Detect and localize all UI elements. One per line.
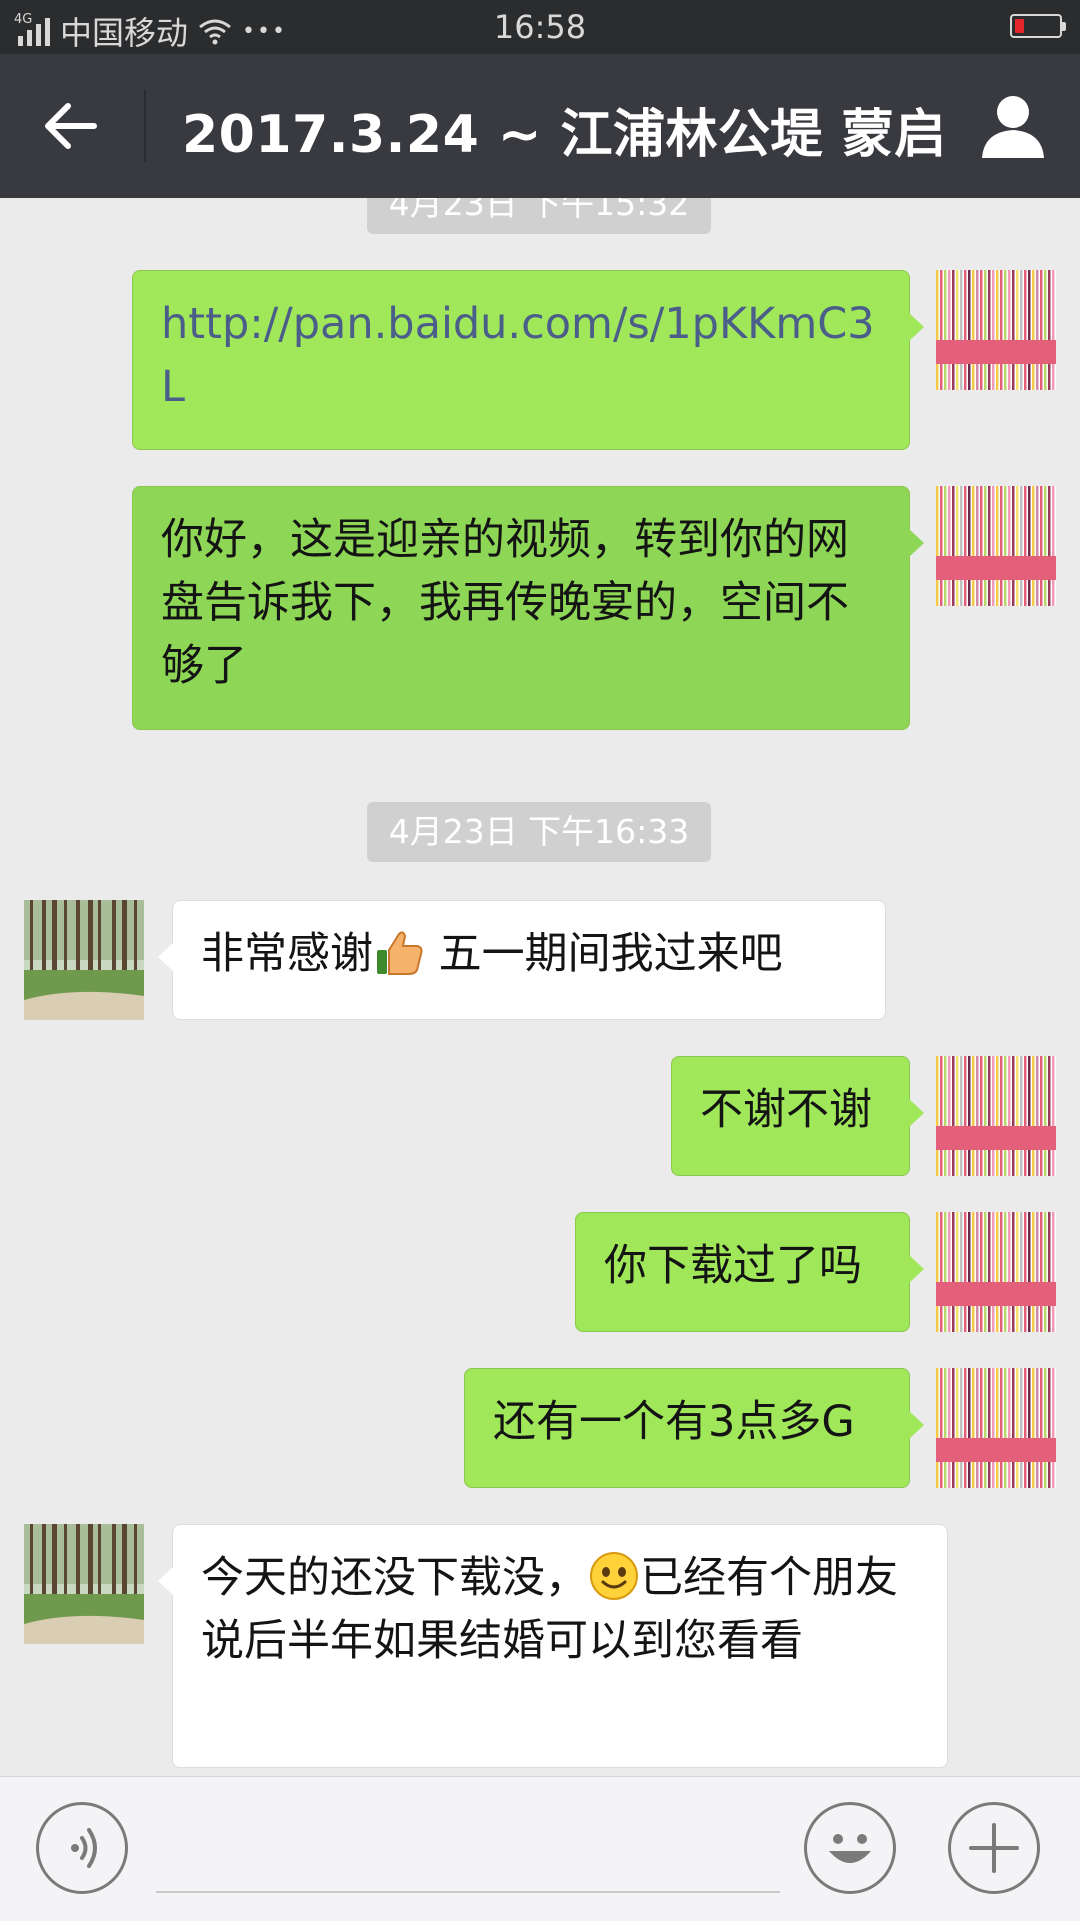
input-bar (0, 1776, 1080, 1921)
message-input[interactable] (156, 1811, 780, 1893)
voice-icon (71, 1828, 97, 1868)
message-link[interactable]: http://pan.baidu.com/s/1pKKmC3L (161, 299, 875, 412)
smiley-icon (590, 1552, 638, 1600)
sent-message-bubble[interactable]: http://pan.baidu.com/s/1pKKmC3L (132, 270, 924, 450)
back-button[interactable] (38, 96, 108, 156)
sent-message-bubble[interactable]: 你下载过了吗 (575, 1212, 924, 1332)
my-avatar[interactable] (936, 1368, 1056, 1488)
forest-path-photo (24, 1524, 144, 1644)
message-text: 五一期间我过来吧 (425, 929, 783, 979)
received-message-bubble[interactable]: 非常感谢 五一期间我过来吧 (158, 900, 886, 1020)
chat-title: 2017.3.24 ~ 江浦林公堤 蒙启 (182, 105, 947, 165)
more-button[interactable] (948, 1802, 1040, 1894)
wedding-logo-image (936, 1368, 1056, 1488)
forest-path-photo (24, 900, 144, 1020)
sent-message-bubble[interactable]: 你好，这是迎亲的视频，转到你的网盘告诉我下，我再传晚宴的，空间不够了 (132, 486, 924, 730)
emoji-icon (829, 1834, 871, 1863)
my-avatar[interactable] (936, 1212, 1056, 1332)
my-avatar[interactable] (936, 1056, 1056, 1176)
emoji-button[interactable] (804, 1802, 896, 1894)
my-avatar[interactable] (936, 270, 1056, 390)
header-divider (144, 90, 146, 162)
message-timestamp: 4月23日 下午15:32 (367, 198, 711, 234)
back-arrow-icon (45, 103, 97, 149)
wedding-logo-image (936, 486, 1056, 606)
my-avatar[interactable] (936, 486, 1056, 606)
contact-avatar[interactable] (24, 900, 144, 1020)
message-text: 还有一个有3点多G (493, 1397, 855, 1447)
message-text: 不谢不谢 (700, 1085, 872, 1135)
received-message-bubble[interactable]: 今天的还没下载没， 已经有个朋友说后半年如果结婚可以到您看看 (158, 1524, 948, 1768)
voice-button[interactable] (36, 1802, 128, 1894)
status-bar: 4G 中国移动 ••• 16:58 (0, 0, 1080, 54)
message-timestamp: 4月23日 下午16:33 (367, 802, 711, 862)
battery-level (1015, 19, 1024, 33)
wedding-logo-image (936, 1212, 1056, 1332)
contact-avatar[interactable] (24, 1524, 144, 1644)
wedding-logo-image (936, 270, 1056, 390)
message-text: 你好，这是迎亲的视频，转到你的网盘告诉我下，我再传晚宴的，空间不够了 (161, 515, 849, 691)
chat-header: 2017.3.24 ~ 江浦林公堤 蒙启 (0, 54, 1080, 198)
plus-icon (969, 1823, 1019, 1873)
message-text: 你下载过了吗 (604, 1241, 862, 1291)
profile-icon (982, 96, 1044, 158)
message-list[interactable]: 4月23日 下午15:32 http://pan.baidu.com/s/1pK… (0, 198, 1080, 1776)
chat-info-button[interactable] (980, 92, 1046, 160)
message-text: 非常感谢 (201, 929, 373, 979)
wedding-logo-image (936, 1056, 1056, 1176)
sent-message-bubble[interactable]: 不谢不谢 (671, 1056, 924, 1176)
clock: 16:58 (493, 8, 587, 46)
thumbs-up-icon (377, 931, 423, 975)
battery-icon (1010, 14, 1066, 38)
sent-message-bubble[interactable]: 还有一个有3点多G (464, 1368, 924, 1488)
message-text: 今天的还没下载没， (201, 1553, 588, 1603)
